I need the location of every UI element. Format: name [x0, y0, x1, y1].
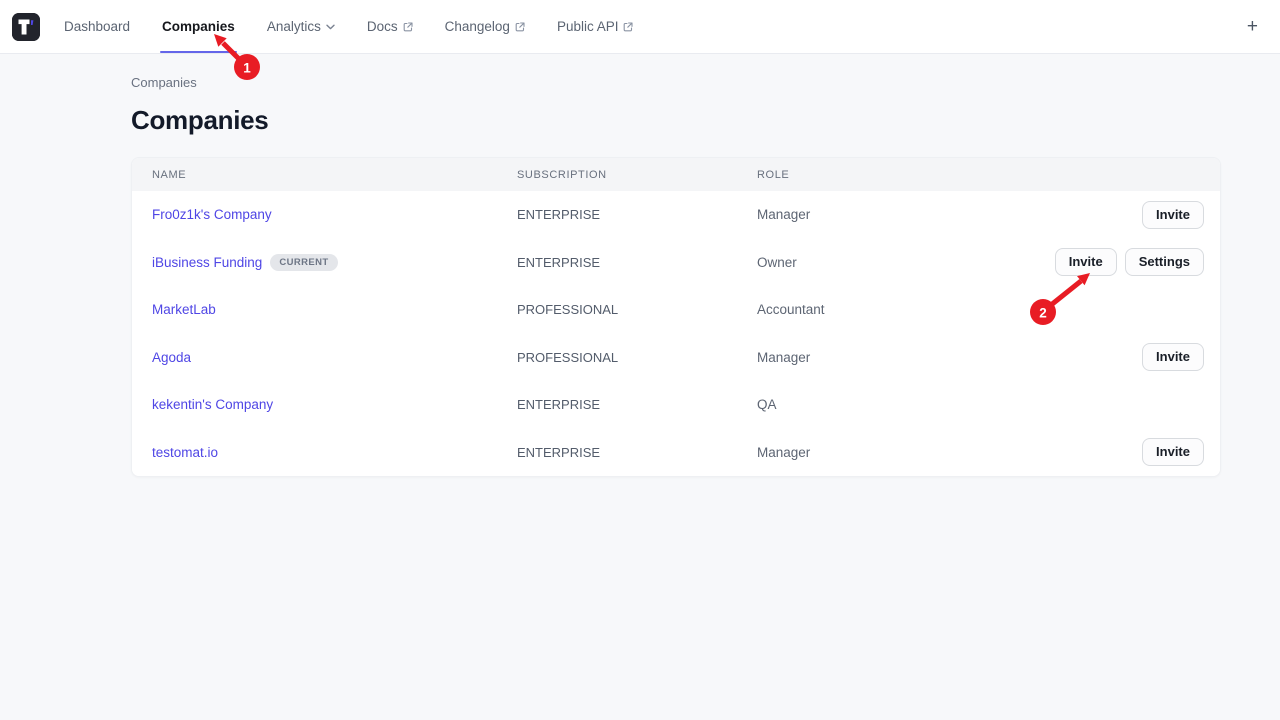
nav-item-docs[interactable]: Docs	[367, 0, 413, 54]
subscription-cell: ENTERPRISE	[517, 445, 757, 460]
table-row: iBusiness Funding CURRENT ENTERPRISE Own…	[132, 239, 1220, 287]
nav-item-dashboard[interactable]: Dashboard	[64, 0, 130, 54]
role-cell: Manager	[757, 445, 1142, 460]
invite-button[interactable]: Invite	[1055, 248, 1117, 276]
invite-button[interactable]: Invite	[1142, 438, 1204, 466]
nav-item-changelog[interactable]: Changelog	[445, 0, 525, 54]
role-cell: Owner	[757, 255, 1055, 270]
role-cell: Manager	[757, 350, 1142, 365]
table-row: Fro0z1k's Company ENTERPRISE Manager Inv…	[132, 191, 1220, 239]
table-row: Agoda PROFESSIONAL Manager Invite	[132, 334, 1220, 382]
subscription-cell: PROFESSIONAL	[517, 350, 757, 365]
external-link-icon	[515, 22, 525, 32]
main-content: Companies Companies Name Subscription Ro…	[131, 75, 1221, 477]
external-link-icon	[403, 22, 413, 32]
chevron-down-icon	[326, 24, 335, 30]
column-header-subscription: Subscription	[517, 169, 757, 181]
nav-label: Docs	[367, 19, 398, 34]
logo-t-icon	[12, 13, 40, 41]
nav-label: Companies	[162, 19, 235, 34]
testomat-logo[interactable]	[12, 13, 40, 41]
subscription-cell: ENTERPRISE	[517, 255, 757, 270]
current-badge: CURRENT	[270, 254, 337, 271]
companies-table: Name Subscription Role Fro0z1k's Company…	[131, 157, 1221, 477]
breadcrumb[interactable]: Companies	[131, 75, 1221, 90]
invite-button[interactable]: Invite	[1142, 201, 1204, 229]
company-link[interactable]: kekentin's Company	[152, 397, 273, 412]
company-link[interactable]: iBusiness Funding	[152, 255, 262, 270]
annotation-number-1: 1	[243, 61, 251, 76]
role-cell: Accountant	[757, 302, 1204, 317]
settings-button[interactable]: Settings	[1125, 248, 1204, 276]
role-cell: QA	[757, 397, 1204, 412]
column-header-role: Role	[757, 169, 1204, 181]
nav-label: Dashboard	[64, 19, 130, 34]
company-link[interactable]: MarketLab	[152, 302, 216, 317]
page-title: Companies	[131, 105, 1221, 136]
external-link-icon	[623, 22, 633, 32]
company-link[interactable]: testomat.io	[152, 445, 218, 460]
top-navbar: Dashboard Companies Analytics Docs Chang…	[0, 0, 1280, 54]
company-link[interactable]: Agoda	[152, 350, 191, 365]
main-nav: Dashboard Companies Analytics Docs Chang…	[64, 0, 633, 54]
table-header-row: Name Subscription Role	[132, 158, 1220, 191]
nav-label: Analytics	[267, 19, 321, 34]
subscription-cell: PROFESSIONAL	[517, 302, 757, 317]
nav-item-public-api[interactable]: Public API	[557, 0, 634, 54]
table-row: kekentin's Company ENTERPRISE QA	[132, 381, 1220, 429]
nav-label: Public API	[557, 19, 619, 34]
nav-label: Changelog	[445, 19, 510, 34]
subscription-cell: ENTERPRISE	[517, 207, 757, 222]
company-link[interactable]: Fro0z1k's Company	[152, 207, 272, 222]
column-header-name: Name	[152, 169, 517, 181]
invite-button[interactable]: Invite	[1142, 343, 1204, 371]
nav-item-companies[interactable]: Companies	[162, 0, 235, 54]
table-row: testomat.io ENTERPRISE Manager Invite	[132, 429, 1220, 477]
role-cell: Manager	[757, 207, 1142, 222]
add-button[interactable]: +	[1241, 13, 1264, 40]
nav-item-analytics[interactable]: Analytics	[267, 0, 335, 54]
subscription-cell: ENTERPRISE	[517, 397, 757, 412]
table-row: MarketLab PROFESSIONAL Accountant	[132, 286, 1220, 334]
